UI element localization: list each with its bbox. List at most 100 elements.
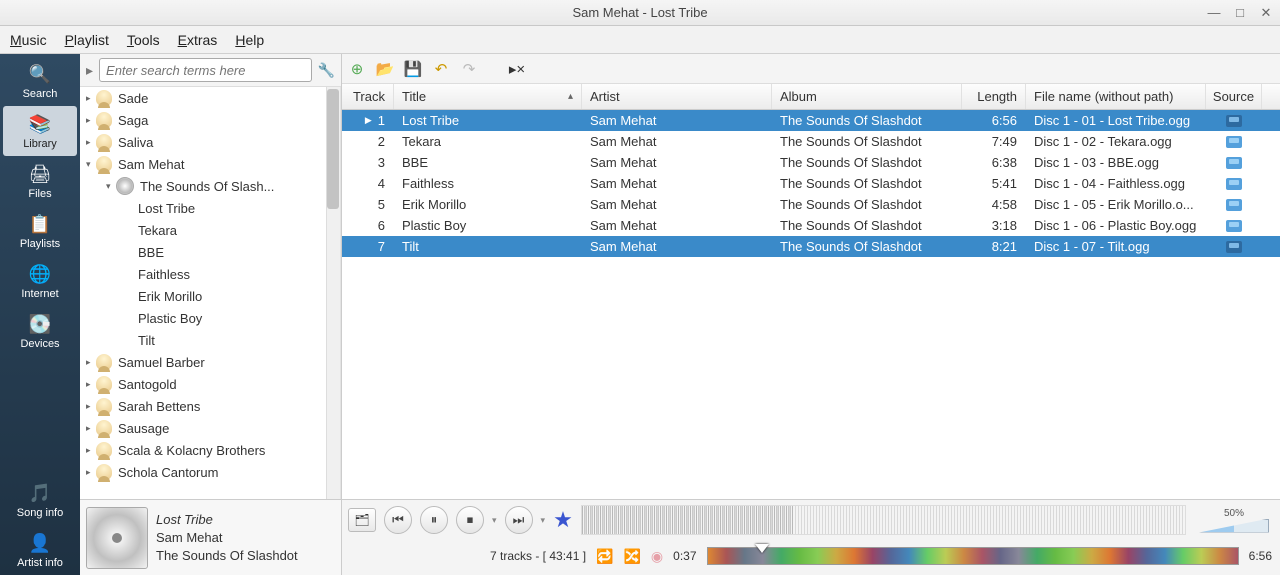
- new-playlist-icon[interactable]: ⊕: [348, 60, 366, 78]
- menu-help[interactable]: Help: [235, 32, 264, 48]
- track-row[interactable]: 2TekaraSam MehatThe Sounds Of Slashdot7:…: [342, 131, 1280, 152]
- redo-icon[interactable]: ↷: [460, 60, 478, 78]
- source-icon: [1226, 241, 1242, 253]
- tree-track[interactable]: Erik Morillo: [80, 285, 340, 307]
- tree-scrollbar[interactable]: [326, 87, 340, 499]
- search-settings-icon[interactable]: 🔧: [316, 62, 337, 79]
- tree-track[interactable]: Faithless: [80, 263, 340, 285]
- tree-artist[interactable]: ▸Santogold: [80, 373, 340, 395]
- files-icon: 🖨: [28, 162, 52, 186]
- minimize-button[interactable]: —: [1206, 5, 1222, 21]
- shuffle-icon[interactable]: 🔀: [623, 548, 640, 565]
- tree-track[interactable]: BBE: [80, 241, 340, 263]
- search-input[interactable]: [99, 58, 312, 82]
- iconstrip-files[interactable]: 🖨Files: [0, 156, 80, 206]
- menu-extras[interactable]: Extras: [178, 32, 218, 48]
- volume-label: 50%: [1224, 508, 1244, 519]
- maximize-button[interactable]: □: [1232, 5, 1248, 21]
- iconstrip-playlists[interactable]: 📋Playlists: [0, 206, 80, 256]
- tree-track[interactable]: Lost Tribe: [80, 197, 340, 219]
- playlist-toolbar: ⊕ 📂 💾 ↶ ↷ ▸×: [342, 54, 1280, 84]
- tree-artist[interactable]: ▸Saga: [80, 109, 340, 131]
- stop-dropdown-icon[interactable]: ▾: [492, 515, 497, 526]
- col-file[interactable]: File name (without path): [1026, 84, 1206, 109]
- song-info-icon: 🎵: [28, 481, 52, 505]
- playlist-panel: ⊕ 📂 💾 ↶ ↷ ▸× Track Title Artist Album Le…: [342, 54, 1280, 575]
- favorite-button[interactable]: ★: [553, 507, 573, 533]
- undo-icon[interactable]: ↶: [432, 60, 450, 78]
- artist-icon: [96, 376, 112, 392]
- menu-tools[interactable]: Tools: [127, 32, 160, 48]
- menu-music[interactable]: Music: [10, 32, 47, 48]
- iconstrip-artist-info[interactable]: 👤Artist info: [0, 525, 80, 575]
- save-icon[interactable]: 💾: [404, 60, 422, 78]
- repeat-icon[interactable]: 🔁: [596, 548, 613, 565]
- track-header[interactable]: Track Title Artist Album Length File nam…: [342, 84, 1280, 110]
- col-artist[interactable]: Artist: [582, 84, 772, 109]
- library-tree[interactable]: ▸Sade▸Saga▸Saliva▾Sam Mehat▾The Sounds O…: [80, 87, 341, 499]
- nowplaying-artist: Sam Mehat: [156, 529, 298, 547]
- iconstrip-devices[interactable]: 💽Devices: [0, 306, 80, 356]
- devices-icon: 💽: [28, 312, 52, 336]
- iconstrip-library[interactable]: 📚Library: [3, 106, 77, 156]
- col-title[interactable]: Title: [394, 84, 582, 109]
- volume-slider[interactable]: [1199, 519, 1269, 533]
- track-row[interactable]: 1Lost TribeSam MehatThe Sounds Of Slashd…: [342, 110, 1280, 131]
- tree-artist[interactable]: ▸Scala & Kolacny Brothers: [80, 439, 340, 461]
- tree-album[interactable]: ▾The Sounds Of Slash...: [80, 175, 340, 197]
- col-album[interactable]: Album: [772, 84, 962, 109]
- clear-queue-button[interactable]: 🗂: [348, 508, 376, 532]
- source-icon: [1226, 136, 1242, 148]
- track-row[interactable]: 3BBESam MehatThe Sounds Of Slashdot6:38D…: [342, 152, 1280, 173]
- left-iconstrip: 🔍Search📚Library🖨Files📋Playlists🌐Internet…: [0, 54, 80, 575]
- lastfm-icon[interactable]: ◉: [651, 548, 663, 565]
- tree-track[interactable]: Tekara: [80, 219, 340, 241]
- nowplaying-album: The Sounds Of Slashdot: [156, 547, 298, 565]
- next-dropdown-icon[interactable]: ▾: [541, 515, 546, 526]
- iconstrip-search[interactable]: 🔍Search: [0, 56, 80, 106]
- library-panel: ▸ 🔧 ▸Sade▸Saga▸Saliva▾Sam Mehat▾The Soun…: [80, 54, 342, 575]
- col-track[interactable]: Track: [342, 84, 394, 109]
- tree-artist[interactable]: ▸Sarah Bettens: [80, 395, 340, 417]
- artist-icon: [96, 90, 112, 106]
- artist-icon: [96, 398, 112, 414]
- tree-track[interactable]: Tilt: [80, 329, 340, 351]
- source-icon: [1226, 199, 1242, 211]
- tree-artist[interactable]: ▸Samuel Barber: [80, 351, 340, 373]
- nowplaying-cover[interactable]: [86, 507, 148, 569]
- track-row[interactable]: 7TiltSam MehatThe Sounds Of Slashdot8:21…: [342, 236, 1280, 257]
- window-title: Sam Mehat - Lost Tribe: [0, 5, 1280, 20]
- pause-button[interactable]: ⏸: [420, 506, 448, 534]
- album-icon: [116, 177, 134, 195]
- tree-artist[interactable]: ▾Sam Mehat: [80, 153, 340, 175]
- open-icon[interactable]: 📂: [376, 60, 394, 78]
- close-button[interactable]: ✕: [1258, 5, 1274, 21]
- playlists-icon: 📋: [28, 212, 52, 236]
- track-row[interactable]: 4FaithlessSam MehatThe Sounds Of Slashdo…: [342, 173, 1280, 194]
- col-source[interactable]: Source: [1206, 84, 1262, 109]
- next-button[interactable]: ⏭: [505, 506, 533, 534]
- search-prefix-icon[interactable]: ▸: [84, 62, 95, 79]
- visualizer[interactable]: [581, 505, 1186, 535]
- tree-artist[interactable]: ▸Sausage: [80, 417, 340, 439]
- artist-icon: [96, 464, 112, 480]
- seek-moodbar[interactable]: [707, 547, 1239, 565]
- iconstrip-spacer: [0, 356, 80, 475]
- track-row[interactable]: 5Erik MorilloSam MehatThe Sounds Of Slas…: [342, 194, 1280, 215]
- iconstrip-song-info[interactable]: 🎵Song info: [0, 475, 80, 525]
- tree-track[interactable]: Plastic Boy: [80, 307, 340, 329]
- col-length[interactable]: Length: [962, 84, 1026, 109]
- artist-icon: [96, 134, 112, 150]
- playlist-summary: 7 tracks - [ 43:41 ]: [490, 549, 586, 563]
- stop-button[interactable]: ⏹: [456, 506, 484, 534]
- track-list[interactable]: 1Lost TribeSam MehatThe Sounds Of Slashd…: [342, 110, 1280, 499]
- tree-artist[interactable]: ▸Sade: [80, 87, 340, 109]
- iconstrip-internet[interactable]: 🌐Internet: [0, 256, 80, 306]
- track-row[interactable]: 6Plastic BoySam MehatThe Sounds Of Slash…: [342, 215, 1280, 236]
- tree-artist[interactable]: ▸Schola Cantorum: [80, 461, 340, 483]
- tree-artist[interactable]: ▸Saliva: [80, 131, 340, 153]
- prev-button[interactable]: ⏮: [384, 506, 412, 534]
- clear-playlist-icon[interactable]: ▸×: [508, 60, 526, 78]
- time-elapsed: 0:37: [673, 549, 696, 563]
- menu-playlist[interactable]: Playlist: [65, 32, 109, 48]
